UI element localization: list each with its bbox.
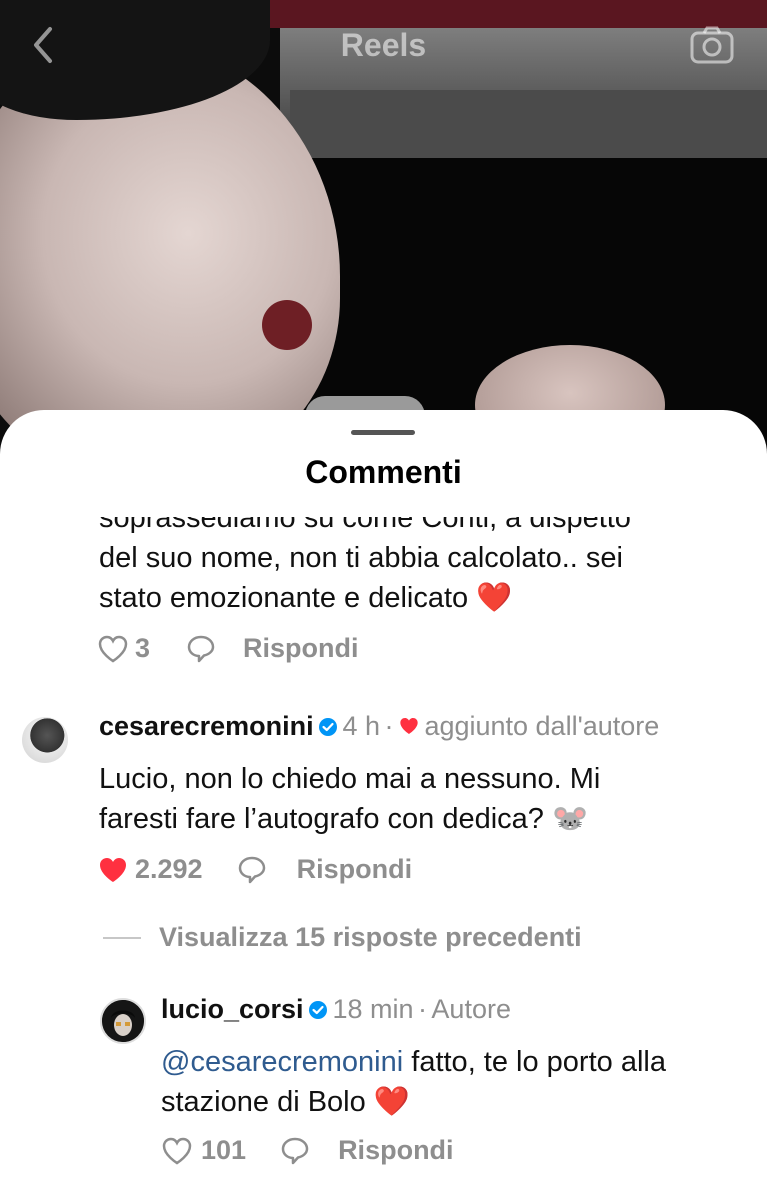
username[interactable]: cesarecremonini [99,711,314,741]
like-button[interactable]: 101 [161,1135,246,1166]
reply-icon-button[interactable] [280,1136,310,1166]
reply-icon-button[interactable] [186,634,216,664]
sheet-title: Commenti [305,454,462,490]
heart-filled-icon [100,857,126,882]
video-lips [262,300,312,350]
view-replies-link[interactable]: Visualizza 15 risposte precedenti [159,922,582,953]
author-tag: Autore [431,994,511,1024]
comment-time: 4 h [342,711,381,741]
reply-button[interactable]: Rispondi [338,1135,454,1166]
reply-icon [187,635,215,662]
like-count: 2.292 [135,854,203,884]
heart-outline-icon [98,635,128,662]
comment-actions: 101 Rispondi [161,1135,454,1166]
avatar-face-icon [102,1000,144,1042]
reply-icon [281,1137,309,1164]
comment-text: stazione di Bolo [161,1086,366,1118]
comment-text: faresti fare l’autografo con dedica? [99,803,544,835]
like-button[interactable]: 2.292 [97,854,203,885]
heart-outline-icon [162,1137,192,1164]
reply-button[interactable]: Rispondi [297,854,413,885]
emoji: ❤️ [476,582,513,614]
reply-icon [238,856,265,883]
username[interactable]: lucio_corsi [161,994,304,1024]
comment-text-line: faresti fare l’autografo con dedica? 🐭 [99,800,588,839]
comment-text-line: del suo nome, non ti abbia calcolato.. s… [99,542,623,574]
author-liked-badge: aggiunto dall'autore [424,711,660,741]
camera-icon [690,26,734,64]
reply-icon-button[interactable] [237,855,267,885]
comment-actions: 2.292 Rispondi [97,854,412,885]
drag-handle[interactable] [351,430,415,435]
comments-list[interactable]: soprassediamo su come Conti, a dispetto … [0,517,767,1200]
comments-sheet: Commenti soprassediamo su come Conti, a … [0,410,767,1200]
heart-filled-icon [400,718,418,734]
separator-dot: · [384,711,394,741]
comment-text-line: stato emozionante e delicato ❤️ [99,579,512,618]
mention-link[interactable]: @cesarecremonini [161,1046,403,1078]
like-button[interactable]: 3 [97,633,150,664]
divider-line [103,936,141,939]
comment-header: lucio_corsi 18 min · Autore [161,994,511,1025]
emoji: 🐭 [552,803,589,835]
emoji: ❤️ [373,1086,410,1118]
verified-badge-icon [309,1001,328,1019]
avatar[interactable] [22,717,68,763]
like-count: 101 [201,1135,247,1165]
avatar[interactable] [100,998,146,1044]
like-count: 3 [135,633,151,663]
comment-text: fatto, te lo porto alla [403,1046,666,1078]
comment-text-line: soprassediamo su come Conti, a dispetto [99,517,631,534]
separator-dot: · [417,994,427,1024]
comment-header: cesarecremonini 4 h · aggiunto dall'auto… [99,711,659,742]
verified-badge-icon [319,718,338,736]
reply-button[interactable]: Rispondi [243,633,359,664]
comment-text-line: stazione di Bolo ❤️ [161,1083,410,1122]
view-replies-row[interactable]: Visualizza 15 risposte precedenti [103,922,582,953]
comment-text-line: Lucio, non lo chiedo mai a nessuno. Mi [99,763,601,795]
camera-button[interactable] [690,26,734,64]
page-title: Reels [340,27,427,63]
comment-actions: 3 Rispondi [97,633,359,664]
comment-text-line: @cesarecremonini fatto, te lo porto alla [161,1043,666,1082]
comment-time: 18 min [332,994,414,1024]
video-backdrop [290,90,767,158]
comment-text: stato emozionante e delicato [99,582,469,614]
